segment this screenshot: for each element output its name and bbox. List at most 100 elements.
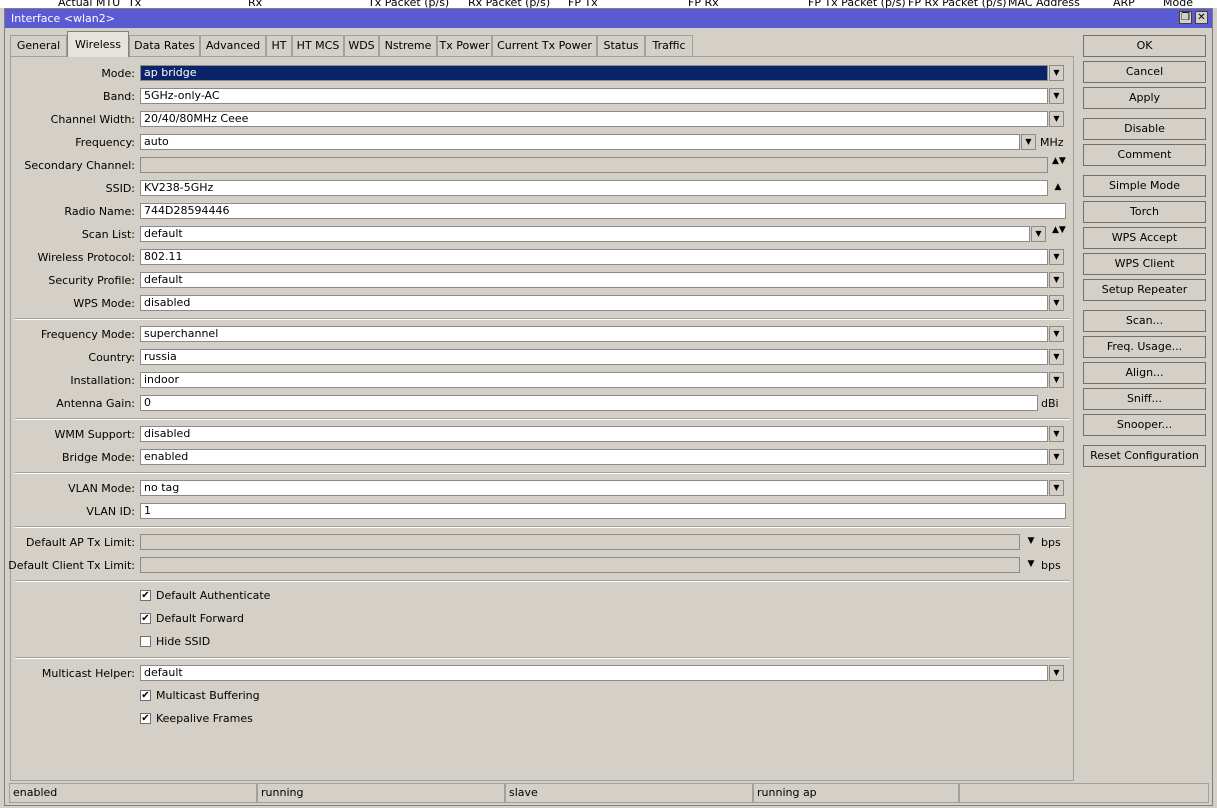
scan-button[interactable]: Scan... <box>1083 310 1206 332</box>
separator <box>15 418 1070 420</box>
bridge-mode-select[interactable]: enabled <box>140 449 1048 465</box>
multicast-helper-select[interactable]: default <box>140 665 1048 681</box>
apply-button[interactable]: Apply <box>1083 87 1206 109</box>
freq-usage-button[interactable]: Freq. Usage... <box>1083 336 1206 358</box>
tab-status[interactable]: Status <box>597 35 645 56</box>
ssid-label: SSID: <box>105 182 135 195</box>
title-bar[interactable]: Interface <wlan2> ❐ ✕ <box>5 9 1212 28</box>
bg-col-arp: ARP <box>1113 0 1135 8</box>
wps-accept-button[interactable]: WPS Accept <box>1083 227 1206 249</box>
sniff-button[interactable]: Sniff... <box>1083 388 1206 410</box>
torch-button[interactable]: Torch <box>1083 201 1206 223</box>
comment-button[interactable]: Comment <box>1083 144 1206 166</box>
default-ap-tx-limit-dropdown-icon[interactable]: ▼ <box>1025 537 1037 546</box>
mode-label: Mode: <box>101 67 135 80</box>
tab-data-rates[interactable]: Data Rates <box>129 35 200 56</box>
tab-advanced[interactable]: Advanced <box>200 35 266 56</box>
background-table-header: Actual MTU Tx Rx Tx Packet (p/s) Rx Pack… <box>0 0 1217 8</box>
scan-list-dropdown-icon[interactable]: ▼ <box>1031 226 1046 242</box>
channel-width-select[interactable]: 20/40/80MHz Ceee <box>140 111 1048 127</box>
align-button[interactable]: Align... <box>1083 362 1206 384</box>
separator <box>15 580 1070 582</box>
secondary-channel-updown-icon[interactable]: ▲▼ <box>1052 157 1066 166</box>
security-profile-select[interactable]: default <box>140 272 1048 288</box>
tab-traffic[interactable]: Traffic <box>645 35 693 56</box>
tab-general[interactable]: General <box>10 35 67 56</box>
multicast-buffering-checkbox[interactable]: ✔ <box>140 690 151 701</box>
frequency-dropdown-icon[interactable]: ▼ <box>1021 134 1036 150</box>
vlan-mode-select[interactable]: no tag <box>140 480 1048 496</box>
default-client-tx-limit-dropdown-icon[interactable]: ▼ <box>1025 560 1037 569</box>
scan-list-updown-icon[interactable]: ▲▼ <box>1052 226 1066 235</box>
snooper-button[interactable]: Snooper... <box>1083 414 1206 436</box>
multicast-helper-label: Multicast Helper: <box>41 667 135 680</box>
default-client-tx-limit-field[interactable] <box>140 557 1020 573</box>
bg-col-mac-address: MAC Address <box>1008 0 1080 8</box>
country-select[interactable]: russia <box>140 349 1048 365</box>
close-icon[interactable]: ✕ <box>1195 11 1208 24</box>
antenna-gain-input[interactable]: 0 <box>140 395 1038 411</box>
security-profile-dropdown-icon[interactable]: ▼ <box>1049 272 1064 288</box>
default-authenticate-checkbox[interactable]: ✔ <box>140 590 151 601</box>
band-dropdown-icon[interactable]: ▼ <box>1049 88 1064 104</box>
tab-nstreme[interactable]: Nstreme <box>379 35 437 56</box>
vlan-mode-dropdown-icon[interactable]: ▼ <box>1049 480 1064 496</box>
default-client-tx-limit-label: Default Client Tx Limit: <box>8 559 135 572</box>
ssid-collapse-icon[interactable]: ▲ <box>1052 183 1064 192</box>
wps-client-button[interactable]: WPS Client <box>1083 253 1206 275</box>
tab-tx-power[interactable]: Tx Power <box>437 35 492 56</box>
frequency-select[interactable]: auto <box>140 134 1020 150</box>
bridge-mode-label: Bridge Mode: <box>61 451 135 464</box>
default-forward-checkbox[interactable]: ✔ <box>140 613 151 624</box>
band-select[interactable]: 5GHz-only-AC <box>140 88 1048 104</box>
ok-button[interactable]: OK <box>1083 35 1206 57</box>
keepalive-frames-checkbox[interactable]: ✔ <box>140 713 151 724</box>
reset-configuration-button[interactable]: Reset Configuration <box>1083 445 1206 467</box>
default-ap-tx-limit-field[interactable] <box>140 534 1020 550</box>
wmm-support-dropdown-icon[interactable]: ▼ <box>1049 426 1064 442</box>
frequency-mode-select[interactable]: superchannel <box>140 326 1048 342</box>
channel-width-dropdown-icon[interactable]: ▼ <box>1049 111 1064 127</box>
scan-list-select[interactable]: default <box>140 226 1030 242</box>
vlan-id-input[interactable]: 1 <box>140 503 1066 519</box>
restore-icon[interactable]: ❐ <box>1179 11 1192 24</box>
scan-list-label: Scan List: <box>81 228 135 241</box>
bg-col-rx-packet: Rx Packet (p/s) <box>468 0 551 8</box>
wireless-protocol-select[interactable]: 802.11 <box>140 249 1048 265</box>
tab-ht[interactable]: HT <box>266 35 292 56</box>
secondary-channel-label: Secondary Channel: <box>24 159 135 172</box>
installation-select[interactable]: indoor <box>140 372 1048 388</box>
simple-mode-button[interactable]: Simple Mode <box>1083 175 1206 197</box>
country-dropdown-icon[interactable]: ▼ <box>1049 349 1064 365</box>
tab-current-tx-power[interactable]: Current Tx Power <box>492 35 597 56</box>
frequency-unit: MHz <box>1040 136 1064 149</box>
separator <box>15 318 1070 320</box>
wps-mode-select[interactable]: disabled <box>140 295 1048 311</box>
bg-col-fp-rx-packet: FP Rx Packet (p/s) <box>908 0 1007 8</box>
frequency-mode-dropdown-icon[interactable]: ▼ <box>1049 326 1064 342</box>
radio-name-label: Radio Name: <box>64 205 135 218</box>
tab-wds[interactable]: WDS <box>344 35 379 56</box>
tab-ht-mcs[interactable]: HT MCS <box>292 35 344 56</box>
tab-wireless[interactable]: Wireless <box>67 31 129 57</box>
disable-button[interactable]: Disable <box>1083 118 1206 140</box>
multicast-helper-dropdown-icon[interactable]: ▼ <box>1049 665 1064 681</box>
setup-repeater-button[interactable]: Setup Repeater <box>1083 279 1206 301</box>
bridge-mode-dropdown-icon[interactable]: ▼ <box>1049 449 1064 465</box>
ssid-input[interactable]: KV238-5GHz <box>140 180 1048 196</box>
status-running: running <box>257 783 505 803</box>
wmm-support-select[interactable]: disabled <box>140 426 1048 442</box>
installation-dropdown-icon[interactable]: ▼ <box>1049 372 1064 388</box>
window-title: Interface <wlan2> <box>11 12 115 25</box>
hide-ssid-checkbox[interactable] <box>140 636 151 647</box>
mode-select[interactable]: ap bridge <box>140 65 1048 81</box>
radio-name-input[interactable]: 744D28594446 <box>140 203 1066 219</box>
wps-mode-dropdown-icon[interactable]: ▼ <box>1049 295 1064 311</box>
frequency-mode-label: Frequency Mode: <box>41 328 135 341</box>
cancel-button[interactable]: Cancel <box>1083 61 1206 83</box>
wireless-protocol-dropdown-icon[interactable]: ▼ <box>1049 249 1064 265</box>
default-client-tx-limit-unit: bps <box>1041 559 1061 572</box>
mode-dropdown-icon[interactable]: ▼ <box>1049 65 1064 81</box>
secondary-channel-field[interactable] <box>140 157 1048 173</box>
default-forward-label: Default Forward <box>156 612 244 625</box>
